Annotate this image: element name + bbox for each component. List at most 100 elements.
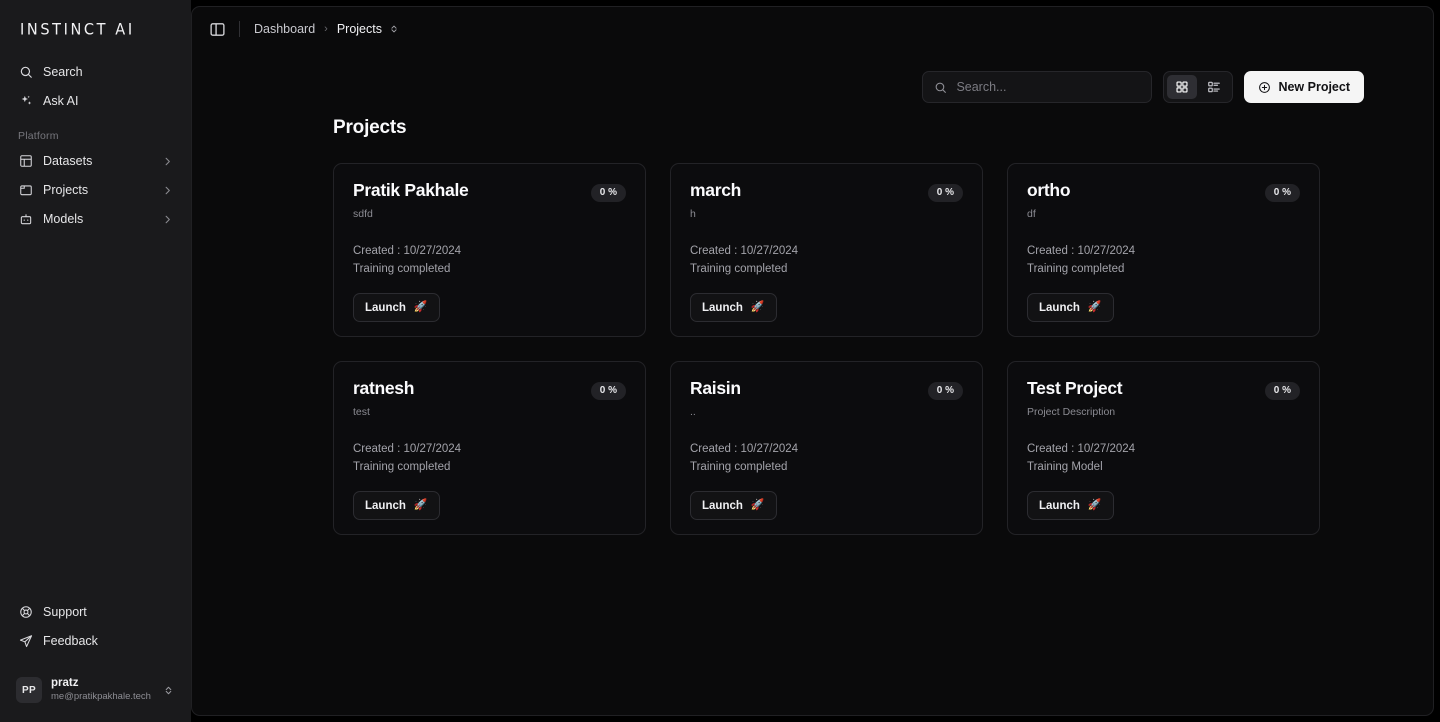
launch-button-label: Launch bbox=[1039, 301, 1080, 314]
breadcrumb-projects[interactable]: Projects bbox=[337, 22, 382, 36]
chevron-right-icon[interactable] bbox=[161, 213, 173, 225]
chevron-updown-icon[interactable] bbox=[163, 684, 175, 697]
view-toggle bbox=[1163, 71, 1234, 103]
launch-button-label: Launch bbox=[365, 499, 406, 512]
project-description: .. bbox=[690, 406, 696, 418]
project-name: ratnesh bbox=[353, 378, 415, 398]
project-name: Pratik Pakhale bbox=[353, 180, 469, 200]
sidebar-quick-nav: Search Ask AI bbox=[0, 54, 191, 116]
sidebar-item-label: Support bbox=[43, 605, 87, 619]
plus-circle-icon bbox=[1258, 81, 1271, 94]
brand-logo-text: INSTINCT AI bbox=[20, 21, 135, 39]
sidebar-item-label: Search bbox=[43, 65, 83, 79]
launch-button[interactable]: Launch 🚀 bbox=[353, 491, 440, 520]
sidebar-bottom-nav: Support Feedback bbox=[0, 598, 191, 664]
project-status: Training completed bbox=[690, 263, 788, 275]
folder-icon bbox=[18, 183, 33, 198]
project-created: Created : 10/27/2024 bbox=[353, 443, 462, 455]
sidebar-toggle-icon[interactable] bbox=[208, 20, 227, 39]
launch-button[interactable]: Launch 🚀 bbox=[1027, 293, 1114, 322]
topbar: Dashboard › Projects bbox=[192, 7, 1433, 51]
breadcrumb-chevron-updown-icon[interactable] bbox=[389, 23, 399, 35]
project-card[interactable]: Pratik Pakhale 0 % sdfd Created : 10/27/… bbox=[333, 163, 646, 337]
rocket-icon: 🚀 bbox=[750, 499, 765, 511]
sidebar-item-datasets[interactable]: Datasets bbox=[10, 147, 181, 175]
project-card[interactable]: march 0 % h Created : 10/27/2024 Trainin… bbox=[670, 163, 983, 337]
sidebar-item-label: Feedback bbox=[43, 634, 98, 648]
project-status: Training completed bbox=[690, 461, 788, 473]
user-account-switcher[interactable]: PP pratz me@pratikpakhale.tech bbox=[10, 672, 181, 708]
chevron-right-icon[interactable] bbox=[161, 155, 173, 167]
project-name: Raisin bbox=[690, 378, 741, 398]
user-email: me@pratikpakhale.tech bbox=[51, 691, 151, 703]
project-created: Created : 10/27/2024 bbox=[690, 245, 799, 257]
main-area: Dashboard › Projects Search... New Proje… bbox=[191, 0, 1440, 722]
launch-button[interactable]: Launch 🚀 bbox=[690, 293, 777, 322]
launch-button[interactable]: Launch 🚀 bbox=[690, 491, 777, 520]
sidebar-item-models[interactable]: Models bbox=[10, 205, 181, 233]
progress-badge: 0 % bbox=[590, 184, 626, 202]
launch-button[interactable]: Launch 🚀 bbox=[353, 293, 440, 322]
project-card-header: Test Project 0 % bbox=[1027, 378, 1300, 400]
lifebuoy-icon bbox=[18, 605, 33, 620]
project-card-header: Pratik Pakhale 0 % bbox=[353, 180, 626, 202]
send-icon bbox=[18, 634, 33, 649]
rocket-icon: 🚀 bbox=[413, 301, 428, 313]
sidebar-item-projects[interactable]: Projects bbox=[10, 176, 181, 204]
sidebar-item-label: Projects bbox=[43, 183, 89, 197]
project-card-header: ortho 0 % bbox=[1027, 180, 1300, 202]
project-name: ortho bbox=[1027, 180, 1071, 200]
progress-badge: 0 % bbox=[1264, 184, 1300, 202]
progress-badge: 0 % bbox=[927, 184, 963, 202]
project-name: march bbox=[690, 180, 742, 200]
sidebar-item-ask-ai[interactable]: Ask AI bbox=[10, 87, 181, 115]
search-box[interactable] bbox=[922, 71, 1153, 103]
progress-badge: 0 % bbox=[927, 382, 963, 400]
project-status: Training completed bbox=[353, 461, 451, 473]
bot-icon bbox=[18, 212, 33, 227]
projects-toolbar: New Project bbox=[192, 51, 1433, 103]
search-input[interactable] bbox=[956, 80, 1141, 94]
sidebar-item-feedback[interactable]: Feedback bbox=[10, 627, 181, 655]
content-panel: Dashboard › Projects Search... New Proje… bbox=[191, 6, 1434, 716]
project-description: sdfd bbox=[353, 208, 373, 220]
project-description: Project Description bbox=[1027, 406, 1116, 418]
projects-content: New Project Projects Pratik Pakhale 0 % … bbox=[192, 51, 1433, 535]
project-created: Created : 10/27/2024 bbox=[1027, 443, 1136, 455]
grid-view-button[interactable] bbox=[1167, 75, 1198, 99]
new-project-button[interactable]: New Project bbox=[1244, 71, 1364, 103]
project-description: test bbox=[353, 406, 370, 418]
list-view-button[interactable] bbox=[1199, 75, 1229, 99]
launch-button[interactable]: Launch 🚀 bbox=[1027, 491, 1114, 520]
sidebar-item-support[interactable]: Support bbox=[10, 598, 181, 626]
brand-logo[interactable]: INSTINCT AI bbox=[0, 0, 191, 54]
project-description: h bbox=[690, 208, 696, 220]
project-card-header: Raisin 0 % bbox=[690, 378, 963, 400]
rocket-icon: 🚀 bbox=[413, 499, 428, 511]
avatar: PP bbox=[16, 677, 42, 703]
project-description: df bbox=[1027, 208, 1036, 220]
project-status: Training completed bbox=[1027, 263, 1125, 275]
project-card[interactable]: ratnesh 0 % test Created : 10/27/2024 Tr… bbox=[333, 361, 646, 535]
chevron-right-icon[interactable] bbox=[161, 184, 173, 196]
project-card[interactable]: Test Project 0 % Project Description Cre… bbox=[1007, 361, 1320, 535]
project-created: Created : 10/27/2024 bbox=[353, 245, 462, 257]
table-icon bbox=[18, 154, 33, 169]
page-title: Projects bbox=[333, 117, 407, 138]
search-icon bbox=[934, 80, 948, 94]
search-icon bbox=[18, 65, 33, 80]
breadcrumb-dashboard[interactable]: Dashboard bbox=[254, 22, 315, 36]
launch-button-label: Launch bbox=[1039, 499, 1080, 512]
user-name: pratz bbox=[51, 677, 79, 690]
project-card[interactable]: ortho 0 % df Created : 10/27/2024 Traini… bbox=[1007, 163, 1320, 337]
sidebar-item-label: Models bbox=[43, 212, 84, 226]
launch-button-label: Launch bbox=[702, 499, 743, 512]
new-project-label: New Project bbox=[1278, 80, 1350, 94]
breadcrumb-separator: › bbox=[324, 23, 328, 35]
sparkles-icon bbox=[18, 94, 33, 109]
rocket-icon: 🚀 bbox=[750, 301, 765, 313]
progress-badge: 0 % bbox=[590, 382, 626, 400]
sidebar-item-search[interactable]: Search bbox=[10, 58, 181, 86]
project-card[interactable]: Raisin 0 % .. Created : 10/27/2024 Train… bbox=[670, 361, 983, 535]
